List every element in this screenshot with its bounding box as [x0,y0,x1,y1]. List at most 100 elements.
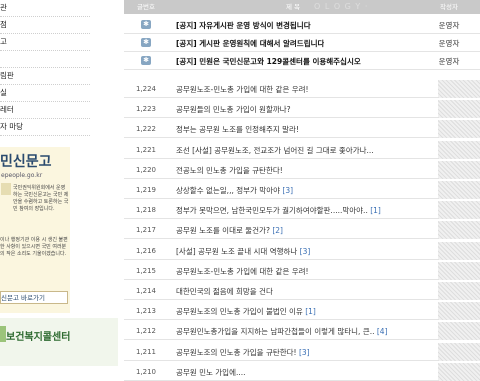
notice-icon: ✱ [141,56,151,65]
side-menu: 관 점 고 림판 실 레터 자 마당 [0,0,90,136]
table-header: O L O G Y · 글번호 제 목 작성자 [124,0,480,14]
post-number: 1,210 [135,368,157,376]
table-row[interactable]: 1,221 조선 [사설] 공무원노조, 전교조가 넘어진 길 그대로 좇아가나.… [124,141,480,159]
post-number: 1,221 [135,146,157,154]
notice-row[interactable]: ✱ [공지] 게시판 운영원칙에 대해서 알려드립니다 운영자 [124,34,480,52]
blurred-author [438,80,480,98]
post-title[interactable]: [사설] 공무원 노조 끝내 시대 역행하나 [3] [176,246,310,257]
table-row[interactable]: 1,222 정부는 공무원 노조를 인정해주지 말라! [124,120,480,138]
table-row[interactable]: 1,220 전공노의 민노총 가입을 규탄한다! [124,161,480,179]
table-row[interactable]: 1,216 [사설] 공무원 노조 끝내 시대 역행하나 [3] [124,242,480,260]
table-row[interactable]: 1,214 대한민국의 젊음에 희망을 건다 [124,282,480,300]
table-row[interactable]: 1,218 정부가 못막으면, 남한국민모두가 궐기하여야할판.....막아야..… [124,201,480,219]
post-title[interactable]: 공무원 노조를 이대로 둘건가? [2] [176,225,283,236]
table-row[interactable]: 1,211 공무원노조의 민노총 가입을 규탄한다! [3] [124,343,480,361]
side-menu-item[interactable]: 레터 [0,102,90,119]
blurred-author [438,343,480,361]
post-title-text[interactable]: 정부는 공무원 노조를 인정해주지 말라! [176,125,299,134]
post-title[interactable]: 정부가 못막으면, 남한국민모두가 궐기하여야할판.....막아야.. [1] [176,205,381,216]
header-num: 글번호 [137,3,155,11]
comment-count: [1] [305,307,316,316]
post-title[interactable]: 공무원노조-민노총 가입에 대한 같은 우려! [176,266,309,277]
sidebar: 관 점 고 림판 실 레터 자 마당 민신문고 epeople.go.kr 국민… [0,0,118,366]
post-title-text[interactable]: 대한민국의 젊음에 희망을 건다 [176,287,273,296]
side-menu-item[interactable] [0,51,90,68]
post-number: 1,212 [135,327,157,335]
comment-count: [3] [298,348,310,357]
post-title[interactable]: 공무원들의 민노총 가입이 원할까나? [176,104,291,115]
notice-icon: ✱ [141,20,151,29]
post-number: 1,218 [135,206,157,214]
epeople-banner: 민신문고 epeople.go.kr 국민권익위원회에서 운영하는 국민신문고는… [0,147,70,313]
blurred-author [438,181,480,199]
post-number: 1,214 [135,287,157,295]
post-title-text[interactable]: 공무원노조-민노총 가입에 대한 같은 우려! [176,267,309,276]
post-title[interactable]: 상상할수 없는일,,, 정부가 막아야 [3] [176,185,293,196]
epeople-description-2: 이나 행정기관 이용 시 생긴 불편한 사항이 있으시면 국민 여러분의 작은 … [0,237,68,257]
post-number: 1,223 [135,105,157,113]
notice-author: 운영자 [438,39,460,48]
side-menu-item[interactable]: 실 [0,85,90,102]
post-title[interactable]: 공무원민노총가입을 지지하는 남파간첩들이 이렇게 많타니, 큰.. [4] [176,326,388,337]
post-title[interactable]: 공무원노조의 민노총 가입이 불법인 이유 [1] [176,306,316,317]
table-row[interactable]: 1,224 공무원노조-민노총 가입에 대한 같은 우려! [124,80,480,98]
post-title[interactable]: 대한민국의 젊음에 희망을 건다 [176,286,273,297]
epeople-link-button[interactable]: 신문고 바로가기 [0,291,68,304]
post-title[interactable]: 공무원 민노 가입에.... [176,367,246,378]
side-menu-item[interactable]: 점 [0,17,90,34]
post-title-text[interactable]: 정부가 못막으면, 남한국민모두가 궐기하여야할판.....막아야.. [176,206,368,215]
post-title-text[interactable]: 공무원노조의 민노총 가입을 규탄한다! [176,348,297,357]
notice-author: 운영자 [438,21,460,30]
blurred-author [438,242,480,260]
blurred-author [438,262,480,280]
post-title-text[interactable]: [사설] 공무원 노조 끝내 시대 역행하나 [176,247,297,256]
post-number: 1,220 [135,166,157,174]
callcenter-title: 보건복지콜센터 [6,332,71,343]
comment-count: [4] [376,327,388,336]
blurred-author [438,100,480,118]
table-row[interactable]: 1,212 공무원민노총가입을 지지하는 남파간첩들이 이렇게 많타니, 큰.. … [124,322,480,340]
notice-author: 운영자 [438,57,460,66]
post-title-text[interactable]: 공무원노조-민노총 가입에 대한 같은 우려! [176,85,309,94]
blurred-author [438,201,480,219]
epeople-description: 국민권익위원회에서 운영하는 국민신문고는 국민 제안을 수렴하고 토론하는 국… [13,185,69,212]
table-row[interactable]: 1,217 공무원 노조를 이대로 둘건가? [2] [124,221,480,239]
post-title[interactable]: 공무원노조-민노총 가입에 대한 같은 우려! [176,84,309,95]
epeople-url: epeople.go.kr [1,172,43,179]
table-row[interactable]: 1,213 공무원노조의 민노총 가입이 불법인 이유 [1] [124,302,480,320]
post-title-text[interactable]: 조선 [사설] 공무원노조, 전교조가 넘어진 길 그대로 좇아가나... [176,146,374,155]
header-title: 제 목 [285,3,301,11]
post-number: 1,211 [135,348,157,356]
post-title-text[interactable]: 상상할수 없는일,,, 정부가 막아야 [176,186,280,195]
post-number: 1,224 [135,85,157,93]
post-title-text[interactable]: 공무원노조의 민노총 가입이 불법인 이유 [176,307,303,316]
table-row[interactable]: 1,219 상상할수 없는일,,, 정부가 막아야 [3] [124,181,480,199]
side-menu-item[interactable]: 고 [0,34,90,51]
post-title-text[interactable]: 공무원들의 민노총 가입이 원할까나? [176,105,291,114]
comment-count: [3] [299,247,311,256]
side-menu-item[interactable]: 림판 [0,68,90,85]
post-title-text[interactable]: 전공노의 민노총 가입을 규탄한다! [176,166,283,175]
notice-title[interactable]: [공지] 민원은 국민신문고와 129콜센터를 이용해주십시오 [176,56,361,67]
notice-title[interactable]: [공지] 자유게시판 운영 방식이 변경됩니다 [176,20,311,31]
post-title[interactable]: 공무원노조의 민노총 가입을 규탄한다! [3] [176,347,310,358]
comment-count: [3] [282,186,294,195]
post-title-text[interactable]: 공무원 노조를 이대로 둘건가? [176,226,270,235]
blurred-author [438,221,480,239]
table-row[interactable]: 1,223 공무원들의 민노총 가입이 원할까나? [124,100,480,118]
epeople-title: 민신문고 [0,154,52,170]
notice-title[interactable]: [공지] 게시판 운영원칙에 대해서 알려드립니다 [176,38,324,49]
notice-row[interactable]: ✱ [공지] 자유게시판 운영 방식이 변경됩니다 운영자 [124,16,480,34]
post-number: 1,219 [135,186,157,194]
blurred-author [438,120,480,138]
callcenter-banner[interactable]: 보건복지콜센터 [0,318,118,366]
post-title-text[interactable]: 공무원 민노 가입에.... [176,368,246,377]
post-title[interactable]: 전공노의 민노총 가입을 규탄한다! [176,165,283,176]
side-menu-item[interactable]: 관 [0,0,90,17]
post-title[interactable]: 정부는 공무원 노조를 인정해주지 말라! [176,124,299,135]
notice-row[interactable]: ✱ [공지] 민원은 국민신문고와 129콜센터를 이용해주십시오 운영자 [124,52,480,70]
table-row[interactable]: 1,215 공무원노조-민노총 가입에 대한 같은 우려! [124,262,480,280]
post-title-text[interactable]: 공무원민노총가입을 지지하는 남파간첩들이 이렇게 많타니, 큰.. [176,327,374,336]
post-title[interactable]: 조선 [사설] 공무원노조, 전교조가 넘어진 길 그대로 좇아가나... [176,145,374,156]
side-menu-item[interactable]: 자 마당 [0,119,90,136]
